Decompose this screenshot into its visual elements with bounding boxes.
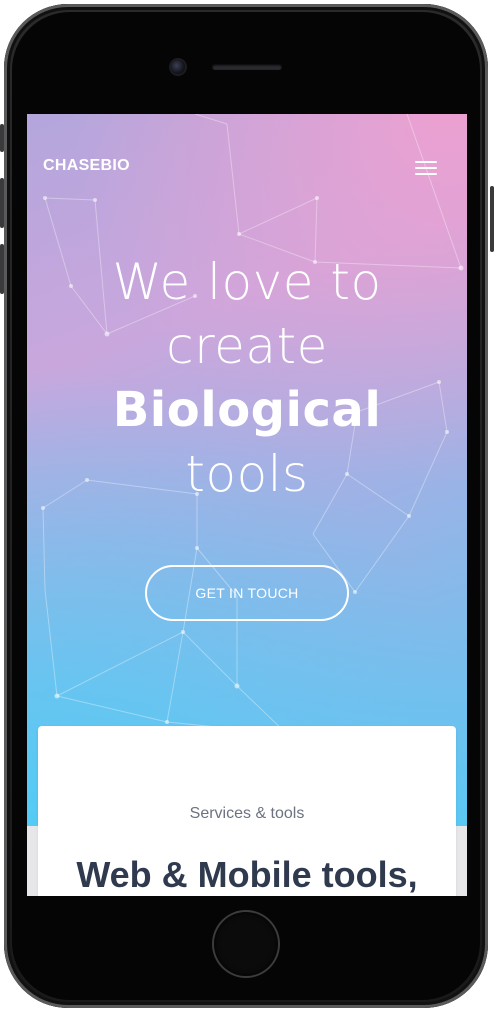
hero-headline: We love to create Biological tools [27,250,467,506]
home-button[interactable] [214,912,278,976]
headline-line-3: Biological [112,382,382,438]
phone-screen: CHASEBIO We love to create Biological to… [27,114,467,896]
headline-line-4: tools [185,445,309,503]
top-navbar: CHASEBIO [27,114,467,214]
services-eyebrow: Services & tools [189,805,305,822]
brand-logo[interactable]: CHASEBIO [43,157,130,175]
services-title: Web & Mobile tools, [76,854,418,895]
front-camera-icon [171,60,185,74]
power-button [490,186,494,252]
headline-line-2: create [166,317,328,375]
mute-switch [0,124,4,152]
volume-up-button [0,178,4,228]
hamburger-menu-icon[interactable] [413,158,439,178]
volume-down-button [0,244,4,294]
headline-line-1: We love to [112,253,382,311]
get-in-touch-button[interactable]: GET IN TOUCH [145,565,349,621]
earpiece-speaker [212,64,282,70]
hero-section: CHASEBIO We love to create Biological to… [27,114,467,826]
